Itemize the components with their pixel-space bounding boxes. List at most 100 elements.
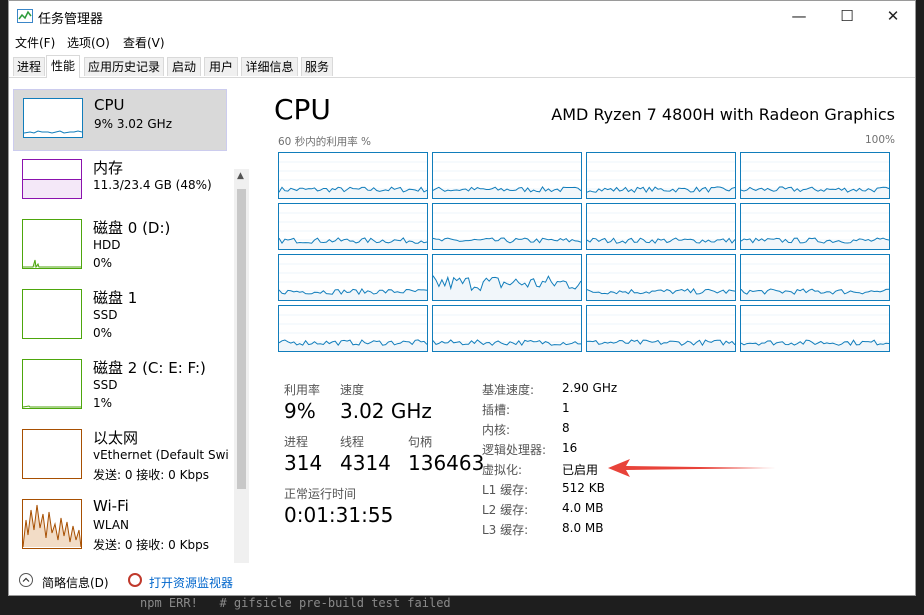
l1-cache-value: 512 KB [562, 481, 605, 495]
sockets-label: 插槽: [482, 403, 511, 417]
logical-processor-graph [740, 305, 890, 352]
sidebar-item-ethernet[interactable]: 以太网 vEthernet (Default Swi... 发送: 0 接收: … [13, 421, 229, 483]
annotation-arrow-icon [608, 459, 776, 477]
sidebar-item-throughput: 发送: 0 接收: 0 Kbps [93, 538, 209, 552]
sidebar-item-usage: 0% [93, 256, 113, 270]
page-title: CPU [274, 93, 331, 126]
wifi-mini-graph [22, 499, 82, 549]
logical-processor-graph [278, 305, 428, 352]
utilization-label: 利用率 [284, 383, 321, 397]
menu-file[interactable]: 文件(F) [15, 34, 55, 51]
cpu-model: AMD Ryzen 7 4800H with Radeon Graphics [551, 105, 895, 124]
footer-bar: 简略信息(D) 打开资源监视器 [9, 563, 915, 595]
menu-options[interactable]: 选项(O) [67, 34, 110, 51]
logical-processor-graph [278, 152, 428, 199]
sidebar-item-name: 磁盘 0 (D:) [93, 219, 171, 237]
memory-mini-graph [22, 159, 82, 199]
sidebar-item-adapter: vEthernet (Default Swi... [93, 448, 229, 462]
task-manager-window: 任务管理器 — ☐ ✕ 文件(F) 选项(O) 查看(V) 进程 性能 应用历史… [8, 0, 916, 596]
minimize-icon[interactable]: — [776, 1, 822, 31]
processes-value: 314 [284, 451, 323, 475]
close-icon[interactable]: ✕ [870, 1, 915, 31]
logical-processor-graph [740, 254, 890, 301]
graph-label: 60 秒内的利用率 % [278, 136, 372, 148]
menu-bar: 文件(F) 选项(O) 查看(V) [9, 31, 915, 53]
sidebar-item-cpu[interactable]: CPU 9% 3.02 GHz [13, 89, 227, 151]
threads-label: 线程 [340, 435, 365, 449]
sidebar-scrollbar[interactable]: ▲ ▼ [234, 169, 249, 595]
sidebar-item-name: CPU [94, 96, 125, 114]
logical-processor-graphs [278, 152, 891, 354]
l2-cache-value: 4.0 MB [562, 501, 604, 515]
l2-cache-label: L2 缓存: [482, 503, 529, 517]
sidebar-item-memory[interactable]: 内存 11.3/23.4 GB (48%) [13, 151, 227, 213]
handles-value: 136463 [408, 451, 485, 475]
scroll-up-icon[interactable]: ▲ [237, 171, 244, 181]
sidebar-item-type: SSD [93, 308, 118, 322]
background-terminal-text: npm ERR! # gifsicle pre-build test faile… [140, 596, 451, 610]
logical-processor-graph [432, 305, 582, 352]
tab-startup[interactable]: 启动 [167, 57, 201, 76]
disk-1-mini-graph [22, 289, 82, 339]
sidebar-item-usage: 0% [93, 326, 113, 340]
l1-cache-label: L1 缓存: [482, 483, 529, 497]
logical-processor-graph [432, 203, 582, 250]
tab-performance[interactable]: 性能 [46, 55, 80, 78]
maximize-icon[interactable]: ☐ [824, 1, 870, 31]
sidebar-item-detail: 11.3/23.4 GB (48%) [93, 178, 212, 192]
sidebar-item-type: SSD [93, 378, 118, 392]
threads-value: 4314 [340, 451, 391, 475]
sidebar-item-throughput: 发送: 0 接收: 0 Kbps [93, 468, 209, 482]
open-resource-monitor-link[interactable]: 打开资源监视器 [149, 574, 233, 591]
logical-processor-graph [740, 203, 890, 250]
fewer-details-button[interactable]: 简略信息(D) [42, 574, 109, 591]
sidebar-item-disk-2[interactable]: 磁盘 2 (C: E: F:) SSD 1% [13, 351, 227, 413]
sidebar-item-usage: 1% [93, 396, 113, 410]
sidebar-item-name: 磁盘 1 [93, 289, 138, 307]
logical-processor-graph [586, 254, 736, 301]
logical-processor-graph [586, 152, 736, 199]
processes-label: 进程 [284, 435, 309, 449]
logical-processor-graph [740, 152, 890, 199]
tab-processes[interactable]: 进程 [13, 57, 45, 76]
sidebar-item-disk-0[interactable]: 磁盘 0 (D:) HDD 0% [13, 211, 227, 273]
logical-processor-graph [586, 203, 736, 250]
cpu-detail-panel: CPU AMD Ryzen 7 4800H with Radeon Graphi… [263, 83, 911, 563]
scrollbar-thumb[interactable] [237, 189, 246, 489]
collapse-chevron-icon[interactable] [19, 573, 33, 587]
graph-max-label: 100% [864, 134, 895, 146]
base-speed-label: 基准速度: [482, 383, 535, 397]
uptime-value: 0:01:31:55 [284, 503, 394, 527]
tab-services[interactable]: 服务 [301, 57, 333, 76]
disk-0-mini-graph [22, 219, 82, 269]
tab-details[interactable]: 详细信息 [241, 57, 298, 76]
speed-value: 3.02 GHz [340, 399, 432, 423]
logical-processor-graph [278, 254, 428, 301]
sidebar-item-wifi[interactable]: Wi-Fi WLAN 发送: 0 接收: 0 Kbps [13, 491, 227, 553]
logical-processor-graph [432, 254, 582, 301]
disk-2-mini-graph [22, 359, 82, 409]
sidebar-item-name: 内存 [93, 159, 124, 177]
sidebar-item-name: 以太网 [93, 429, 139, 447]
tab-users[interactable]: 用户 [204, 57, 238, 76]
resource-monitor-icon[interactable] [128, 573, 142, 587]
menu-view[interactable]: 查看(V) [123, 34, 165, 51]
cores-label: 内核: [482, 423, 511, 437]
sidebar-item-name: Wi-Fi [93, 497, 129, 515]
logical-processor-graph [432, 152, 582, 199]
resource-sidebar: CPU 9% 3.02 GHz 内存 11.3/23.4 GB (48%) 磁盘… [9, 83, 249, 595]
task-manager-app-icon [17, 9, 33, 23]
sidebar-item-detail: 9% 3.02 GHz [94, 117, 173, 131]
cores-value: 8 [562, 421, 570, 435]
sidebar-item-type: HDD [93, 238, 121, 252]
sidebar-item-disk-1[interactable]: 磁盘 1 SSD 0% [13, 281, 227, 343]
logical-processor-graph [586, 305, 736, 352]
logical-processor-graph [278, 203, 428, 250]
sidebar-item-adapter: WLAN [93, 518, 130, 532]
tab-app-history[interactable]: 应用历史记录 [84, 57, 164, 76]
window-title: 任务管理器 [38, 12, 104, 27]
title-bar[interactable]: 任务管理器 — ☐ ✕ [9, 1, 915, 31]
sidebar-item-name: 磁盘 2 (C: E: F:) [93, 359, 206, 377]
tab-bar: 进程 性能 应用历史记录 启动 用户 详细信息 服务 [9, 55, 915, 78]
uptime-label: 正常运行时间 [284, 487, 357, 501]
